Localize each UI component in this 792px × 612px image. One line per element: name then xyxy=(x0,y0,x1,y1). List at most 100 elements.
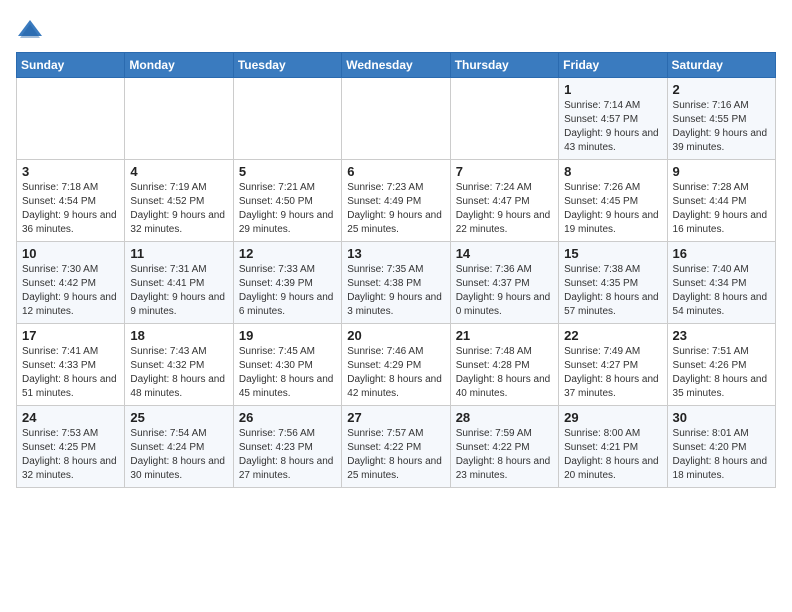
calendar-cell: 23 Sunrise: 7:51 AM Sunset: 4:26 PM Dayli… xyxy=(667,324,775,406)
calendar-cell xyxy=(125,78,233,160)
day-number: 7 xyxy=(456,164,553,179)
calendar-cell: 9 Sunrise: 7:28 AM Sunset: 4:44 PM Daylig… xyxy=(667,160,775,242)
day-number: 25 xyxy=(130,410,227,425)
day-info: Sunrise: 8:00 AM Sunset: 4:21 PM Dayligh… xyxy=(564,427,661,483)
calendar-cell: 20 Sunrise: 7:46 AM Sunset: 4:29 PM Dayli… xyxy=(342,324,450,406)
day-info: Sunrise: 7:24 AM Sunset: 4:47 PM Dayligh… xyxy=(456,181,553,237)
day-number: 9 xyxy=(673,164,770,179)
header-tuesday: Tuesday xyxy=(233,53,341,78)
day-info: Sunrise: 7:51 AM Sunset: 4:26 PM Dayligh… xyxy=(673,345,770,401)
header-sunday: Sunday xyxy=(17,53,125,78)
calendar-cell: 13 Sunrise: 7:35 AM Sunset: 4:38 PM Dayli… xyxy=(342,242,450,324)
day-info: Sunrise: 7:14 AM Sunset: 4:57 PM Dayligh… xyxy=(564,99,661,155)
calendar-cell: 8 Sunrise: 7:26 AM Sunset: 4:45 PM Daylig… xyxy=(559,160,667,242)
day-number: 30 xyxy=(673,410,770,425)
day-info: Sunrise: 7:28 AM Sunset: 4:44 PM Dayligh… xyxy=(673,181,770,237)
calendar-cell: 18Sunrise: 7:43 AM Sunset: 4:32 PM Dayli… xyxy=(125,324,233,406)
calendar-cell: 17 Sunrise: 7:41 AM Sunset: 4:33 PM Dayli… xyxy=(17,324,125,406)
header-thursday: Thursday xyxy=(450,53,558,78)
logo-icon xyxy=(16,16,44,44)
day-number: 14 xyxy=(456,246,553,261)
header-monday: Monday xyxy=(125,53,233,78)
day-info: Sunrise: 7:16 AM Sunset: 4:55 PM Dayligh… xyxy=(673,99,770,155)
day-info: Sunrise: 7:30 AM Sunset: 4:42 PM Dayligh… xyxy=(22,263,119,319)
day-number: 29 xyxy=(564,410,661,425)
week-row-0: 1 Sunrise: 7:14 AM Sunset: 4:57 PM Daylig… xyxy=(17,78,776,160)
calendar-cell: 15Sunrise: 7:38 AM Sunset: 4:35 PM Dayli… xyxy=(559,242,667,324)
calendar-cell xyxy=(450,78,558,160)
day-number: 22 xyxy=(564,328,661,343)
logo xyxy=(16,16,48,44)
day-info: Sunrise: 7:31 AM Sunset: 4:41 PM Dayligh… xyxy=(130,263,227,319)
day-info: Sunrise: 7:48 AM Sunset: 4:28 PM Dayligh… xyxy=(456,345,553,401)
calendar-cell: 7 Sunrise: 7:24 AM Sunset: 4:47 PM Daylig… xyxy=(450,160,558,242)
calendar-header-row: SundayMondayTuesdayWednesdayThursdayFrid… xyxy=(17,53,776,78)
day-info: Sunrise: 7:40 AM Sunset: 4:34 PM Dayligh… xyxy=(673,263,770,319)
day-info: Sunrise: 7:19 AM Sunset: 4:52 PM Dayligh… xyxy=(130,181,227,237)
calendar-cell: 4 Sunrise: 7:19 AM Sunset: 4:52 PM Daylig… xyxy=(125,160,233,242)
day-info: Sunrise: 7:43 AM Sunset: 4:32 PM Dayligh… xyxy=(130,345,227,401)
day-number: 1 xyxy=(564,82,661,97)
week-row-1: 3 Sunrise: 7:18 AM Sunset: 4:54 PM Daylig… xyxy=(17,160,776,242)
day-number: 20 xyxy=(347,328,444,343)
calendar-cell: 22Sunrise: 7:49 AM Sunset: 4:27 PM Dayli… xyxy=(559,324,667,406)
day-info: Sunrise: 7:56 AM Sunset: 4:23 PM Dayligh… xyxy=(239,427,336,483)
calendar-cell: 26 Sunrise: 7:56 AM Sunset: 4:23 PM Dayli… xyxy=(233,406,341,488)
day-info: Sunrise: 7:26 AM Sunset: 4:45 PM Dayligh… xyxy=(564,181,661,237)
calendar-cell: 30Sunrise: 8:01 AM Sunset: 4:20 PM Dayli… xyxy=(667,406,775,488)
day-info: Sunrise: 7:23 AM Sunset: 4:49 PM Dayligh… xyxy=(347,181,444,237)
header-saturday: Saturday xyxy=(667,53,775,78)
day-number: 5 xyxy=(239,164,336,179)
calendar-cell xyxy=(233,78,341,160)
day-info: Sunrise: 7:36 AM Sunset: 4:37 PM Dayligh… xyxy=(456,263,553,319)
day-info: Sunrise: 7:53 AM Sunset: 4:25 PM Dayligh… xyxy=(22,427,119,483)
day-number: 23 xyxy=(673,328,770,343)
calendar-cell: 12 Sunrise: 7:33 AM Sunset: 4:39 PM Dayli… xyxy=(233,242,341,324)
day-number: 28 xyxy=(456,410,553,425)
day-info: Sunrise: 7:59 AM Sunset: 4:22 PM Dayligh… xyxy=(456,427,553,483)
day-number: 17 xyxy=(22,328,119,343)
calendar-cell: 24 Sunrise: 7:53 AM Sunset: 4:25 PM Dayli… xyxy=(17,406,125,488)
calendar-cell xyxy=(17,78,125,160)
day-number: 26 xyxy=(239,410,336,425)
calendar-cell: 27Sunrise: 7:57 AM Sunset: 4:22 PM Dayli… xyxy=(342,406,450,488)
day-info: Sunrise: 7:21 AM Sunset: 4:50 PM Dayligh… xyxy=(239,181,336,237)
calendar-cell: 29 Sunrise: 8:00 AM Sunset: 4:21 PM Dayli… xyxy=(559,406,667,488)
day-number: 2 xyxy=(673,82,770,97)
day-number: 6 xyxy=(347,164,444,179)
day-info: Sunrise: 7:33 AM Sunset: 4:39 PM Dayligh… xyxy=(239,263,336,319)
day-info: Sunrise: 7:45 AM Sunset: 4:30 PM Dayligh… xyxy=(239,345,336,401)
calendar-cell: 14 Sunrise: 7:36 AM Sunset: 4:37 PM Dayli… xyxy=(450,242,558,324)
calendar-cell: 28 Sunrise: 7:59 AM Sunset: 4:22 PM Dayli… xyxy=(450,406,558,488)
day-number: 21 xyxy=(456,328,553,343)
calendar-cell: 2 Sunrise: 7:16 AM Sunset: 4:55 PM Daylig… xyxy=(667,78,775,160)
day-number: 13 xyxy=(347,246,444,261)
calendar-cell: 11Sunrise: 7:31 AM Sunset: 4:41 PM Dayli… xyxy=(125,242,233,324)
day-number: 19 xyxy=(239,328,336,343)
calendar-cell: 21 Sunrise: 7:48 AM Sunset: 4:28 PM Dayli… xyxy=(450,324,558,406)
day-info: Sunrise: 7:46 AM Sunset: 4:29 PM Dayligh… xyxy=(347,345,444,401)
header-friday: Friday xyxy=(559,53,667,78)
day-number: 16 xyxy=(673,246,770,261)
day-number: 4 xyxy=(130,164,227,179)
day-info: Sunrise: 7:54 AM Sunset: 4:24 PM Dayligh… xyxy=(130,427,227,483)
day-number: 3 xyxy=(22,164,119,179)
calendar-cell: 19 Sunrise: 7:45 AM Sunset: 4:30 PM Dayli… xyxy=(233,324,341,406)
day-number: 27 xyxy=(347,410,444,425)
day-info: Sunrise: 7:18 AM Sunset: 4:54 PM Dayligh… xyxy=(22,181,119,237)
calendar-cell: 1 Sunrise: 7:14 AM Sunset: 4:57 PM Daylig… xyxy=(559,78,667,160)
day-info: Sunrise: 7:35 AM Sunset: 4:38 PM Dayligh… xyxy=(347,263,444,319)
day-number: 12 xyxy=(239,246,336,261)
calendar-cell: 10 Sunrise: 7:30 AM Sunset: 4:42 PM Dayli… xyxy=(17,242,125,324)
day-info: Sunrise: 7:41 AM Sunset: 4:33 PM Dayligh… xyxy=(22,345,119,401)
day-number: 8 xyxy=(564,164,661,179)
day-info: Sunrise: 7:38 AM Sunset: 4:35 PM Dayligh… xyxy=(564,263,661,319)
header-wednesday: Wednesday xyxy=(342,53,450,78)
day-number: 24 xyxy=(22,410,119,425)
week-row-2: 10 Sunrise: 7:30 AM Sunset: 4:42 PM Dayli… xyxy=(17,242,776,324)
week-row-4: 24 Sunrise: 7:53 AM Sunset: 4:25 PM Dayli… xyxy=(17,406,776,488)
calendar-cell: 25 Sunrise: 7:54 AM Sunset: 4:24 PM Dayli… xyxy=(125,406,233,488)
calendar-cell: 6 Sunrise: 7:23 AM Sunset: 4:49 PM Daylig… xyxy=(342,160,450,242)
day-number: 10 xyxy=(22,246,119,261)
calendar-cell xyxy=(342,78,450,160)
